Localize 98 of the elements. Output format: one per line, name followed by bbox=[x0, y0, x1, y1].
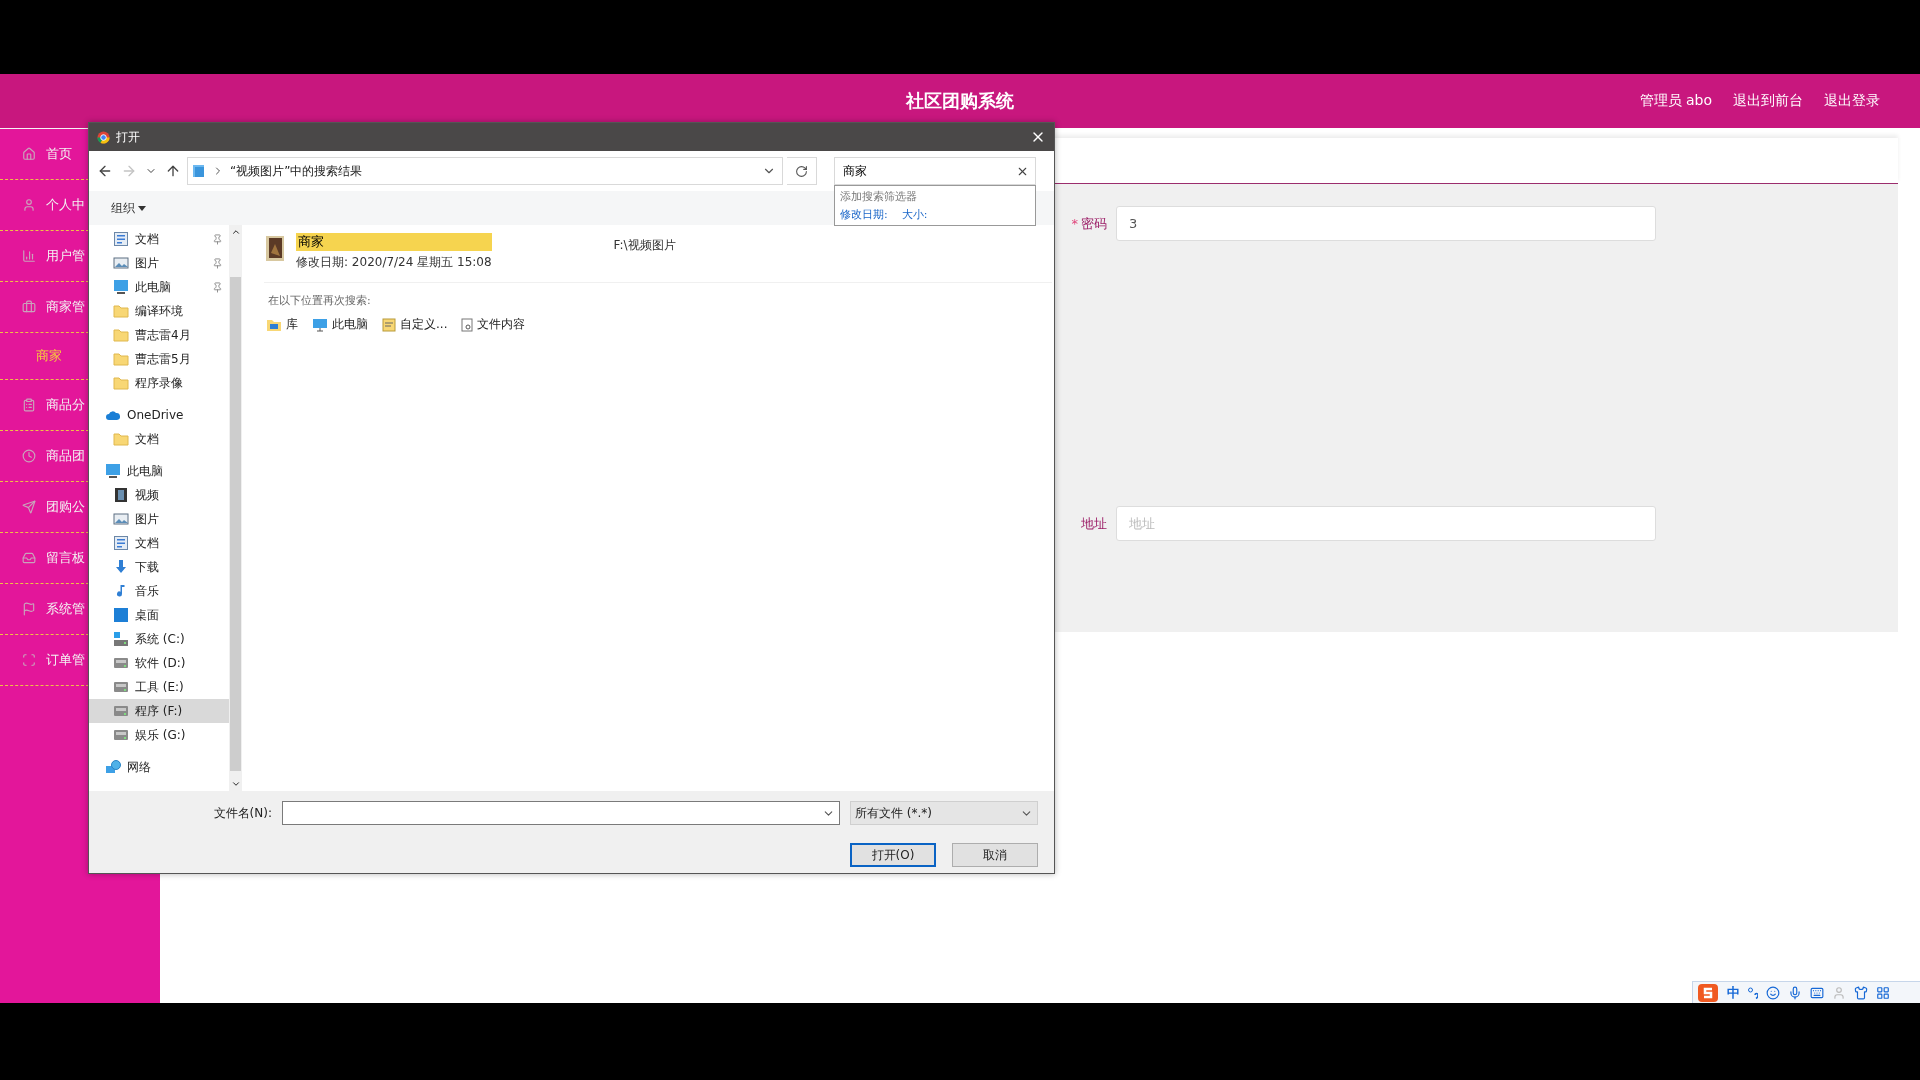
refresh-button[interactable] bbox=[787, 157, 817, 185]
sidebar-label: 商品分 bbox=[46, 396, 85, 414]
search-filter-link[interactable]: 大小: bbox=[901, 207, 928, 222]
shirt-icon[interactable] bbox=[1854, 985, 1868, 1000]
forward-icon bbox=[121, 163, 137, 179]
input-field[interactable]: 3 bbox=[1116, 206, 1656, 241]
address-bar[interactable]: “视频图片”中的搜索结果 bbox=[187, 157, 783, 185]
sidebar-label: 商家 bbox=[36, 347, 62, 365]
search-location-link[interactable]: 此电脑 bbox=[312, 316, 368, 333]
library-folder-icon bbox=[266, 317, 282, 332]
nav-picture-icon bbox=[113, 511, 129, 527]
nav-desktop-icon bbox=[113, 607, 129, 623]
sidebar-label: 个人中 bbox=[46, 196, 85, 214]
suggestions-heading: 添加搜索筛选器 bbox=[840, 189, 918, 204]
nav-drive-icon bbox=[113, 703, 129, 719]
up-icon bbox=[165, 163, 181, 179]
required-mark: * bbox=[1071, 215, 1078, 231]
dialog-button[interactable]: 取消 bbox=[952, 843, 1038, 867]
header-link[interactable]: 管理员 abo bbox=[1639, 92, 1712, 110]
nav-drive-icon bbox=[113, 655, 129, 671]
menu-icon bbox=[22, 198, 36, 212]
caret-icon bbox=[138, 205, 146, 211]
sidebar-label: 订单管 bbox=[46, 651, 85, 669]
back-icon bbox=[97, 163, 113, 179]
result-item[interactable]: 商家 修改日期: 2020/7/24 星期五 15:08 F:\视频图片 bbox=[264, 233, 1052, 283]
grid-icon[interactable] bbox=[1876, 985, 1890, 1000]
dialog-title: 打开 bbox=[116, 128, 141, 146]
nav-pane-item[interactable]: 娱乐 (G:) bbox=[89, 723, 229, 747]
field-label: 密码 bbox=[1081, 215, 1107, 231]
nav-folder-icon bbox=[113, 327, 129, 343]
filename-field[interactable] bbox=[282, 801, 840, 825]
video-file-icon bbox=[264, 233, 286, 263]
header-link[interactable]: 退出登录 bbox=[1824, 92, 1880, 110]
refresh-icon bbox=[795, 164, 808, 178]
nav-drive-icon bbox=[113, 727, 129, 743]
nav-folder-icon bbox=[113, 375, 129, 391]
sidebar-label: 系统管 bbox=[46, 600, 85, 618]
menu-icon bbox=[22, 449, 36, 463]
app-title: 社区团购系统 bbox=[906, 89, 1014, 113]
menu-icon bbox=[22, 500, 36, 514]
nav-pane-item[interactable]: 程序 (F:) bbox=[89, 699, 229, 723]
menu-icon bbox=[22, 398, 36, 412]
input-field[interactable]: 地址 bbox=[1116, 506, 1656, 541]
nav-folder-icon bbox=[113, 351, 129, 367]
scroll-down-icon bbox=[230, 779, 241, 789]
search-field[interactable]: 商家 bbox=[834, 157, 1036, 185]
menu-icon bbox=[22, 249, 36, 263]
result-name: 商家 bbox=[296, 233, 492, 251]
input-mode-label[interactable]: 中 bbox=[1727, 983, 1740, 1002]
menu-icon bbox=[22, 300, 36, 314]
sidebar-label: 团购公 bbox=[46, 498, 85, 516]
nav-document-icon bbox=[113, 535, 129, 551]
filename-label: 文件名(N): bbox=[213, 804, 272, 822]
nav-film-icon bbox=[113, 487, 129, 503]
microphone-icon[interactable] bbox=[1788, 985, 1802, 1000]
nav-network-icon bbox=[105, 759, 121, 775]
scroll-up-icon bbox=[230, 227, 241, 237]
nav-folder-icon bbox=[113, 431, 129, 447]
nav-pane-item[interactable]: 网络 bbox=[89, 755, 229, 779]
sidebar-label: 留言板 bbox=[46, 549, 85, 567]
sidebar-label: 用户管 bbox=[46, 247, 85, 265]
sidebar-label: 商品团 bbox=[46, 447, 85, 465]
result-modified-date: 修改日期: 2020/7/24 星期五 15:08 bbox=[296, 254, 492, 271]
header-link[interactable]: 退出到前台 bbox=[1733, 92, 1803, 110]
nav-picture-icon bbox=[113, 255, 129, 271]
search-results-icon bbox=[192, 164, 206, 178]
nav-drive-icon bbox=[113, 679, 129, 695]
document-search-icon bbox=[461, 317, 474, 332]
menu-icon bbox=[22, 147, 36, 161]
punctuation-icon[interactable] bbox=[1748, 986, 1758, 999]
file-type-dropdown[interactable]: 所有文件 (*.*) bbox=[850, 801, 1038, 825]
sidebar-label: 首页 bbox=[46, 145, 72, 163]
nav-download-icon bbox=[113, 559, 129, 575]
organize-menu[interactable]: 组织 bbox=[105, 198, 152, 218]
menu-icon bbox=[22, 602, 36, 616]
sidebar-label: 商家管 bbox=[46, 298, 85, 316]
nav-folder-icon bbox=[113, 303, 129, 319]
nav-computer-icon bbox=[105, 463, 121, 479]
address-text: “视频图片”中的搜索结果 bbox=[230, 162, 364, 180]
search-again-heading: 在以下位置再次搜索: bbox=[268, 293, 372, 308]
field-label: 地址 bbox=[1081, 515, 1107, 531]
nav-document-icon bbox=[113, 231, 129, 247]
scrollbar[interactable] bbox=[229, 225, 242, 791]
browser-logo-icon bbox=[97, 130, 110, 144]
search-location-link[interactable]: 库 bbox=[266, 316, 298, 333]
nav-drive-icon bbox=[113, 631, 129, 647]
computer-icon bbox=[312, 317, 328, 332]
result-location: F:\视频图片 bbox=[613, 237, 676, 254]
menu-icon bbox=[22, 653, 36, 667]
nav-computer-icon bbox=[113, 279, 129, 295]
search-location-link[interactable]: 自定义... bbox=[382, 316, 448, 333]
dialog-button[interactable]: 打开(O) bbox=[850, 843, 936, 867]
search-location-link[interactable]: 文件内容 bbox=[461, 316, 526, 333]
custom-folder-icon bbox=[382, 317, 396, 332]
keyboard-icon[interactable] bbox=[1810, 985, 1824, 1000]
emoji-icon[interactable] bbox=[1766, 985, 1780, 1000]
menu-icon bbox=[22, 551, 36, 565]
search-filter-link[interactable]: 修改日期: bbox=[840, 207, 888, 222]
